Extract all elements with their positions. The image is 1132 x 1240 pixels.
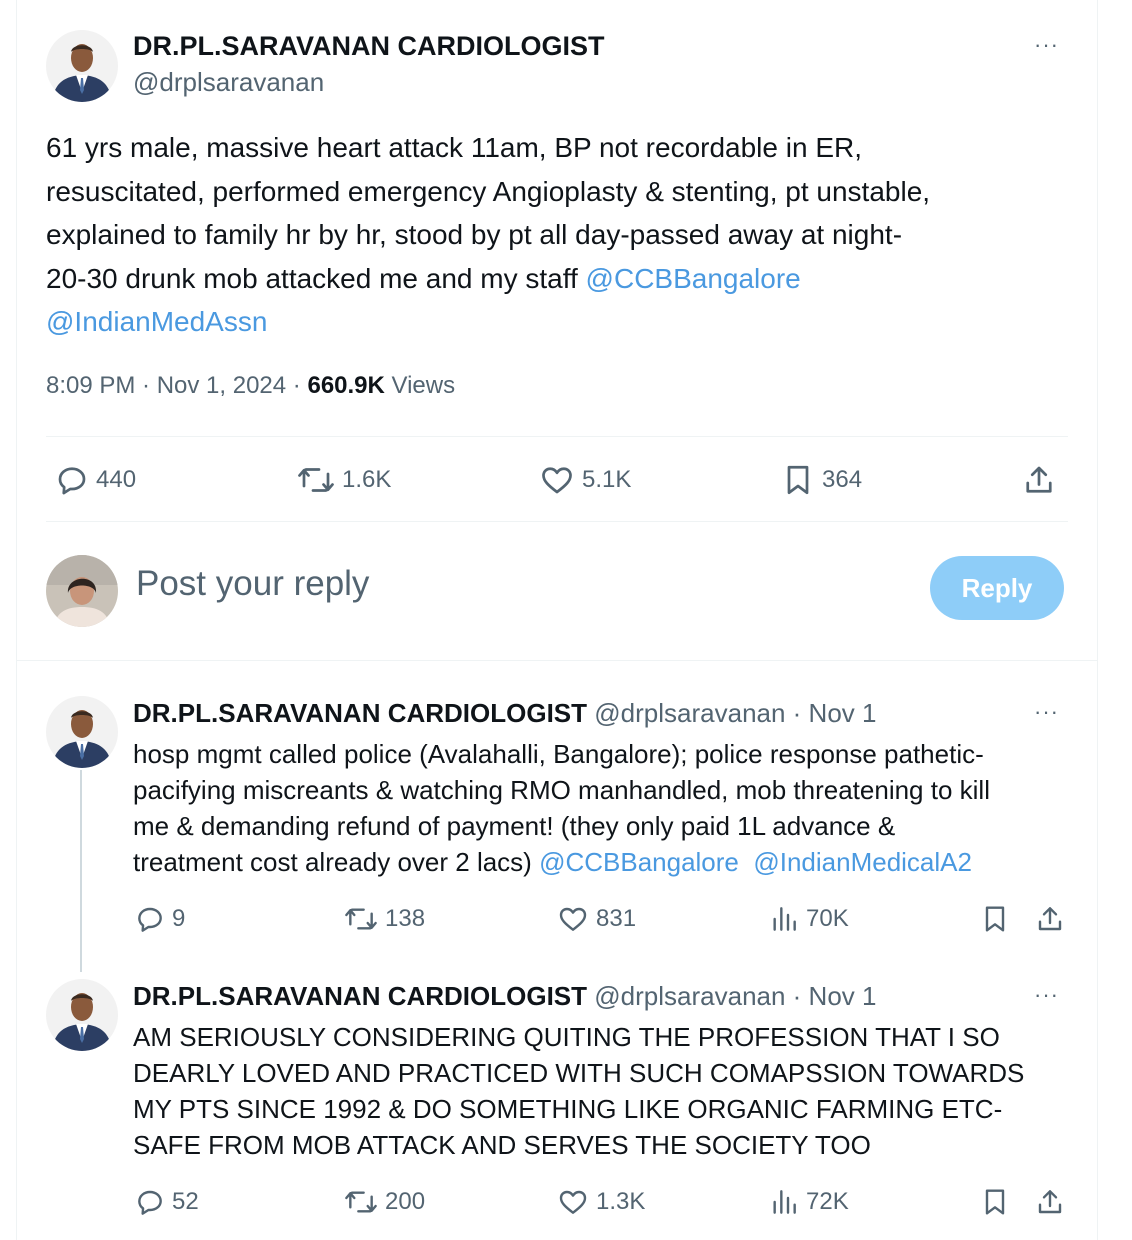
view-count: 72K bbox=[806, 1188, 849, 1215]
tweet-text-line: 20-30 drunk mob attacked me and my staff bbox=[46, 262, 586, 294]
reply-date[interactable]: · Nov 1 bbox=[785, 698, 877, 728]
bookmark-action[interactable] bbox=[979, 903, 1011, 935]
reply-text-line: pacifying miscreants & watching RMO manh… bbox=[133, 775, 990, 805]
reply-text: hosp mgmt called police (Avalahalli, Ban… bbox=[133, 736, 1073, 880]
divider bbox=[46, 436, 1068, 437]
reply-text-line: me & demanding refund of payment! (they … bbox=[133, 811, 896, 841]
repost-icon bbox=[345, 1191, 377, 1213]
repost-action[interactable]: 1.6K bbox=[296, 462, 391, 498]
reply-count: 52 bbox=[172, 1188, 199, 1215]
share-action[interactable] bbox=[1034, 1186, 1066, 1218]
bookmark-icon bbox=[985, 906, 1005, 932]
author-handle[interactable]: @drplsaravanan bbox=[133, 67, 324, 98]
reply-author-handle[interactable]: @drplsaravanan bbox=[594, 698, 785, 728]
more-options-icon[interactable]: ··· bbox=[1034, 32, 1059, 58]
bookmark-icon bbox=[985, 1189, 1005, 1215]
repost-count: 138 bbox=[385, 905, 426, 932]
analytics-icon bbox=[773, 1190, 796, 1214]
mention-link[interactable]: @CCBBangalore bbox=[586, 263, 801, 294]
tweet-meta: 8:09 PM · Nov 1, 2024 · 660.9K Views bbox=[46, 372, 455, 400]
like-count: 831 bbox=[596, 905, 637, 932]
views-label: Views bbox=[384, 372, 456, 399]
reply-author-avatar[interactable] bbox=[46, 696, 118, 768]
more-options-icon[interactable]: ··· bbox=[1034, 982, 1059, 1008]
reply-author-handle[interactable]: @drplsaravanan bbox=[594, 981, 785, 1011]
author-name[interactable]: DR.PL.SARAVANAN CARDIOLOGIST bbox=[133, 31, 605, 62]
tweet-text-line: explained to family hr by hr, stood by p… bbox=[46, 219, 903, 250]
author-avatar[interactable] bbox=[46, 30, 118, 102]
divider bbox=[46, 521, 1068, 522]
reply-count: 440 bbox=[96, 466, 137, 493]
mention-link[interactable]: @IndianMedicalA2 bbox=[753, 847, 972, 877]
view-count: 70K bbox=[806, 905, 849, 932]
heart-icon bbox=[559, 1190, 587, 1214]
share-action[interactable] bbox=[1021, 462, 1057, 498]
reply-action[interactable]: 440 bbox=[54, 462, 136, 498]
like-action[interactable]: 1.3K bbox=[556, 1186, 645, 1218]
reply-button[interactable]: Reply bbox=[930, 556, 1064, 620]
like-count: 1.3K bbox=[596, 1188, 646, 1215]
repost-icon bbox=[345, 908, 377, 930]
mention-link[interactable]: @IndianMedAssn bbox=[46, 306, 267, 337]
user-avatar[interactable] bbox=[46, 555, 118, 627]
bookmark-count: 364 bbox=[822, 466, 863, 493]
share-icon bbox=[1038, 1190, 1062, 1214]
reply-text-line: AM SERIOUSLY CONSIDERING QUITING THE PRO… bbox=[133, 1022, 1000, 1052]
tweet-timestamp[interactable]: 8:09 PM · Nov 1, 2024 · bbox=[46, 372, 307, 399]
reply-action[interactable]: 52 bbox=[134, 1186, 199, 1218]
views-action[interactable]: 70K bbox=[768, 903, 849, 935]
like-action[interactable]: 5.1K bbox=[538, 462, 631, 498]
reply-text-line: MY PTS SINCE 1992 & DO SOMETHING LIKE OR… bbox=[133, 1094, 1003, 1124]
reply-text-line: hosp mgmt called police (Avalahalli, Ban… bbox=[133, 739, 984, 769]
reply-author-avatar[interactable] bbox=[46, 979, 118, 1051]
heart-icon bbox=[559, 907, 587, 931]
repost-count: 200 bbox=[385, 1188, 426, 1215]
tweet-text-line: 61 yrs male, massive heart attack 11am, … bbox=[46, 132, 863, 163]
reply-date[interactable]: · Nov 1 bbox=[785, 981, 877, 1011]
reply-icon bbox=[58, 467, 86, 495]
reply-count: 9 bbox=[172, 905, 186, 932]
thread-connector bbox=[80, 770, 82, 972]
bookmark-action[interactable]: 364 bbox=[780, 462, 862, 498]
reply-text-line: treatment cost already over 2 lacs) bbox=[133, 847, 540, 877]
heart-icon bbox=[542, 467, 572, 494]
like-action[interactable]: 831 bbox=[556, 903, 636, 935]
mention-link[interactable]: @CCBBangalore bbox=[539, 847, 739, 877]
tweet-text: 61 yrs male, massive heart attack 11am, … bbox=[46, 126, 1076, 344]
divider bbox=[16, 660, 1098, 661]
reply-text: AM SERIOUSLY CONSIDERING QUITING THE PRO… bbox=[133, 1019, 1073, 1163]
view-count: 660.9K bbox=[307, 372, 385, 399]
bookmark-action[interactable] bbox=[979, 1186, 1011, 1218]
reply-action[interactable]: 9 bbox=[134, 903, 185, 935]
reply-icon bbox=[138, 1190, 162, 1215]
reply-author-name[interactable]: DR.PL.SARAVANAN CARDIOLOGIST bbox=[133, 981, 587, 1011]
share-icon bbox=[1026, 466, 1052, 493]
reply-icon bbox=[138, 907, 162, 932]
reply-author-name[interactable]: DR.PL.SARAVANAN CARDIOLOGIST bbox=[133, 698, 587, 728]
reply-text-line: SAFE FROM MOB ATTACK AND SERVES THE SOCI… bbox=[133, 1130, 871, 1160]
more-options-icon[interactable]: ··· bbox=[1034, 699, 1059, 725]
repost-icon bbox=[298, 468, 334, 492]
reply-text-line: DEARLY LOVED AND PRACTICED WITH SUCH COM… bbox=[133, 1058, 1025, 1088]
reply-header: DR.PL.SARAVANAN CARDIOLOGIST @drplsarava… bbox=[133, 698, 876, 729]
reply-input[interactable]: Post your reply bbox=[136, 564, 369, 604]
views-action[interactable]: 72K bbox=[768, 1186, 849, 1218]
analytics-icon bbox=[773, 907, 796, 931]
repost-action[interactable]: 200 bbox=[343, 1186, 425, 1218]
tweet-text-line: resuscitated, performed emergency Angiop… bbox=[46, 175, 931, 207]
repost-count: 1.6K bbox=[342, 466, 392, 493]
repost-action[interactable]: 138 bbox=[343, 903, 425, 935]
like-count: 5.1K bbox=[582, 466, 632, 493]
bookmark-icon bbox=[787, 465, 809, 495]
share-action[interactable] bbox=[1034, 903, 1066, 935]
reply-header: DR.PL.SARAVANAN CARDIOLOGIST @drplsarava… bbox=[133, 981, 876, 1012]
share-icon bbox=[1038, 907, 1062, 931]
